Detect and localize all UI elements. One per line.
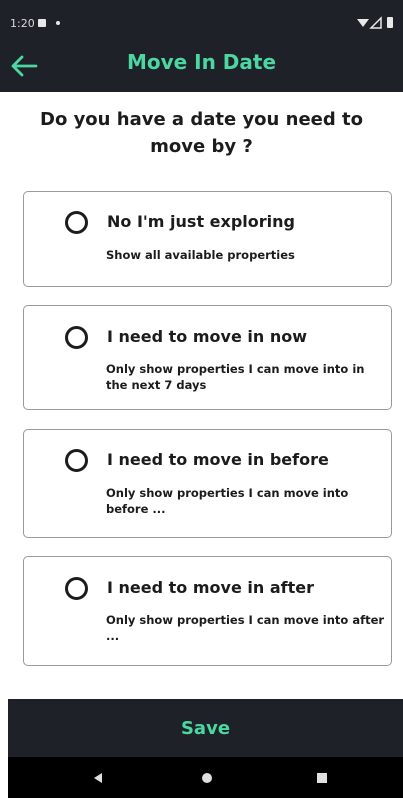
question-heading: Do you have a date you need to move by ? bbox=[40, 109, 363, 157]
option-card-move-in-now[interactable]: I need to move in now Only show properti… bbox=[23, 305, 392, 410]
option-description: Only show properties I can move into bef… bbox=[106, 486, 349, 516]
back-triangle-icon bbox=[94, 773, 102, 783]
option-title: I need to move in after bbox=[107, 578, 314, 597]
option-description: Only show properties I can move into aft… bbox=[106, 613, 385, 643]
recents-square-icon bbox=[317, 773, 327, 783]
option-card-just-exploring[interactable]: No I'm just exploring Show all available… bbox=[23, 191, 392, 287]
save-button-label: Save bbox=[180, 717, 231, 739]
status-time: 1:20 bbox=[10, 17, 35, 30]
status-bar: 1:20 bbox=[0, 0, 403, 40]
nav-recents-button[interactable] bbox=[309, 765, 335, 791]
option-description: Show all available properties bbox=[106, 248, 295, 262]
option-description: Only show properties I can move into in … bbox=[106, 362, 365, 392]
notification-dot-icon bbox=[56, 21, 60, 25]
wifi-icon bbox=[357, 19, 369, 27]
option-card-move-in-after[interactable]: I need to move in after Only show proper… bbox=[23, 556, 392, 666]
option-title: No I'm just exploring bbox=[107, 212, 295, 231]
radio-button[interactable] bbox=[65, 449, 88, 472]
signal-icon bbox=[369, 16, 382, 29]
home-circle-icon bbox=[202, 773, 212, 783]
nav-back-button[interactable] bbox=[85, 765, 111, 791]
notification-icon bbox=[38, 19, 46, 27]
option-title: I need to move in now bbox=[107, 327, 307, 346]
status-icons bbox=[357, 16, 393, 29]
save-button[interactable]: Save bbox=[8, 699, 403, 757]
radio-button[interactable] bbox=[65, 577, 88, 600]
radio-button[interactable] bbox=[65, 326, 88, 349]
battery-icon bbox=[387, 17, 393, 28]
option-card-move-in-before[interactable]: I need to move in before Only show prope… bbox=[23, 429, 392, 538]
app-bar: Move In Date bbox=[0, 40, 403, 92]
radio-button[interactable] bbox=[65, 211, 88, 234]
page-title: Move In Date bbox=[126, 50, 277, 74]
nav-home-button[interactable] bbox=[194, 765, 220, 791]
option-title: I need to move in before bbox=[107, 450, 329, 469]
system-nav-bar bbox=[8, 757, 403, 798]
